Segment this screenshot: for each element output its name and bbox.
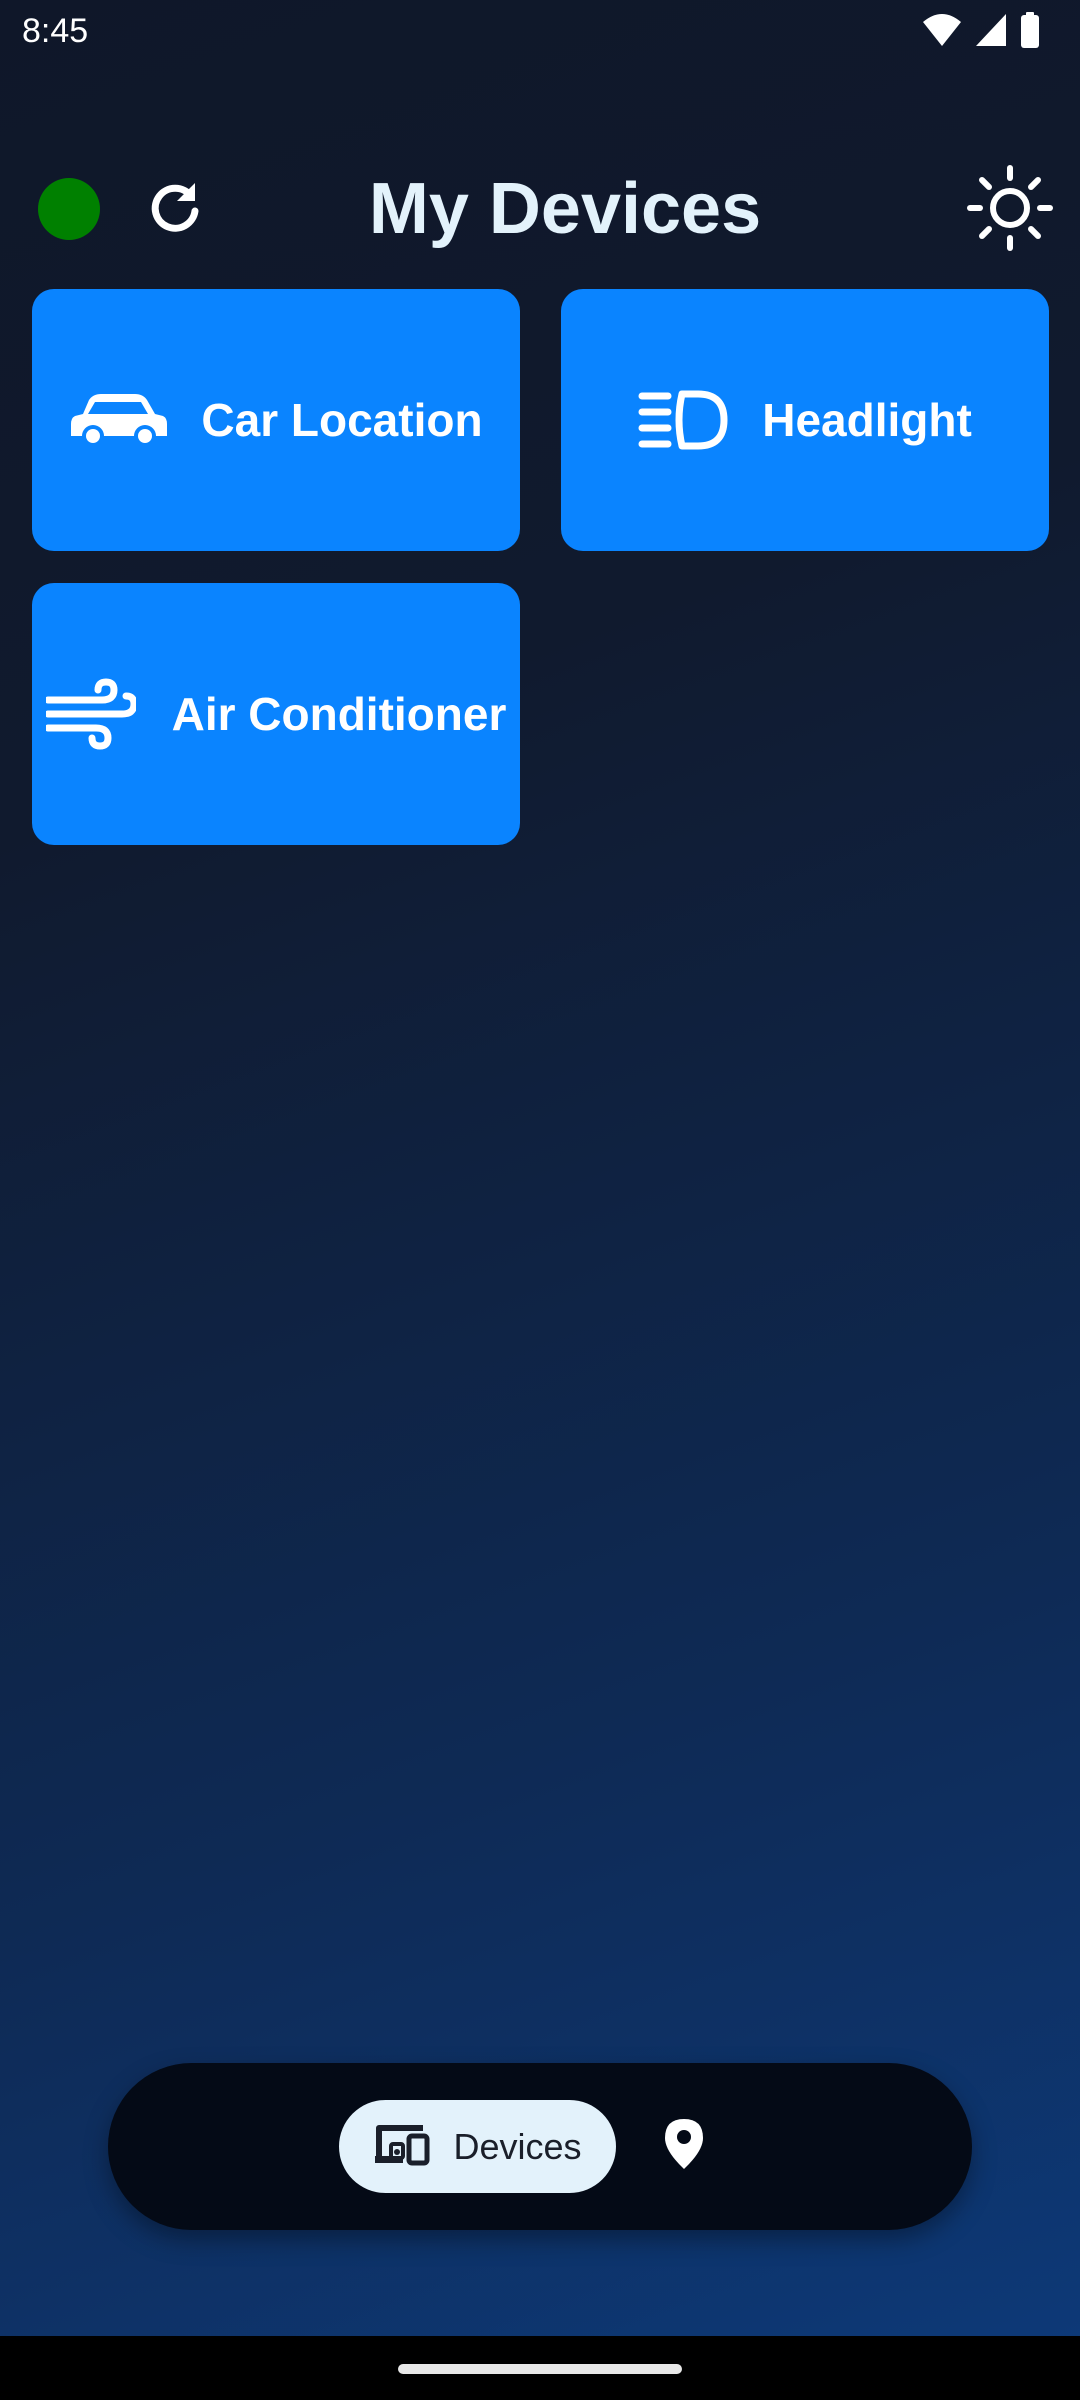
device-tile-label: Air Conditioner [171,688,507,740]
status-time: 8:45 [22,12,89,50]
headlight-icon [638,388,730,452]
wind-icon [45,678,136,750]
location-pin-icon [663,2117,705,2176]
device-tile-label: Car Location [201,394,483,446]
theme-toggle-button[interactable] [964,164,1056,256]
device-tile-air-conditioner[interactable]: Air Conditioner [32,583,520,845]
nav-devices-label: Devices [453,2125,582,2167]
bottom-navigation: Devices [108,2063,972,2230]
wifi-icon [922,12,962,53]
nav-tab-location[interactable] [644,2106,724,2186]
device-tile-label: Headlight [762,394,972,446]
page-title: My Devices [368,169,762,249]
system-gesture-bar [0,2336,1080,2400]
header: My Devices [0,160,1080,260]
cellular-signal-icon [974,12,1008,53]
status-bar: 8:45 [0,0,1080,64]
brightness-icon [966,164,1054,257]
gesture-handle[interactable] [398,2364,682,2374]
device-tile-headlight[interactable]: Headlight [561,289,1049,551]
battery-icon [1020,11,1040,53]
car-icon [69,392,169,448]
nav-tab-devices[interactable]: Devices [339,2100,616,2193]
devices-icon [373,2122,431,2171]
status-icons [922,11,1040,53]
device-tile-car-location[interactable]: Car Location [32,289,520,551]
